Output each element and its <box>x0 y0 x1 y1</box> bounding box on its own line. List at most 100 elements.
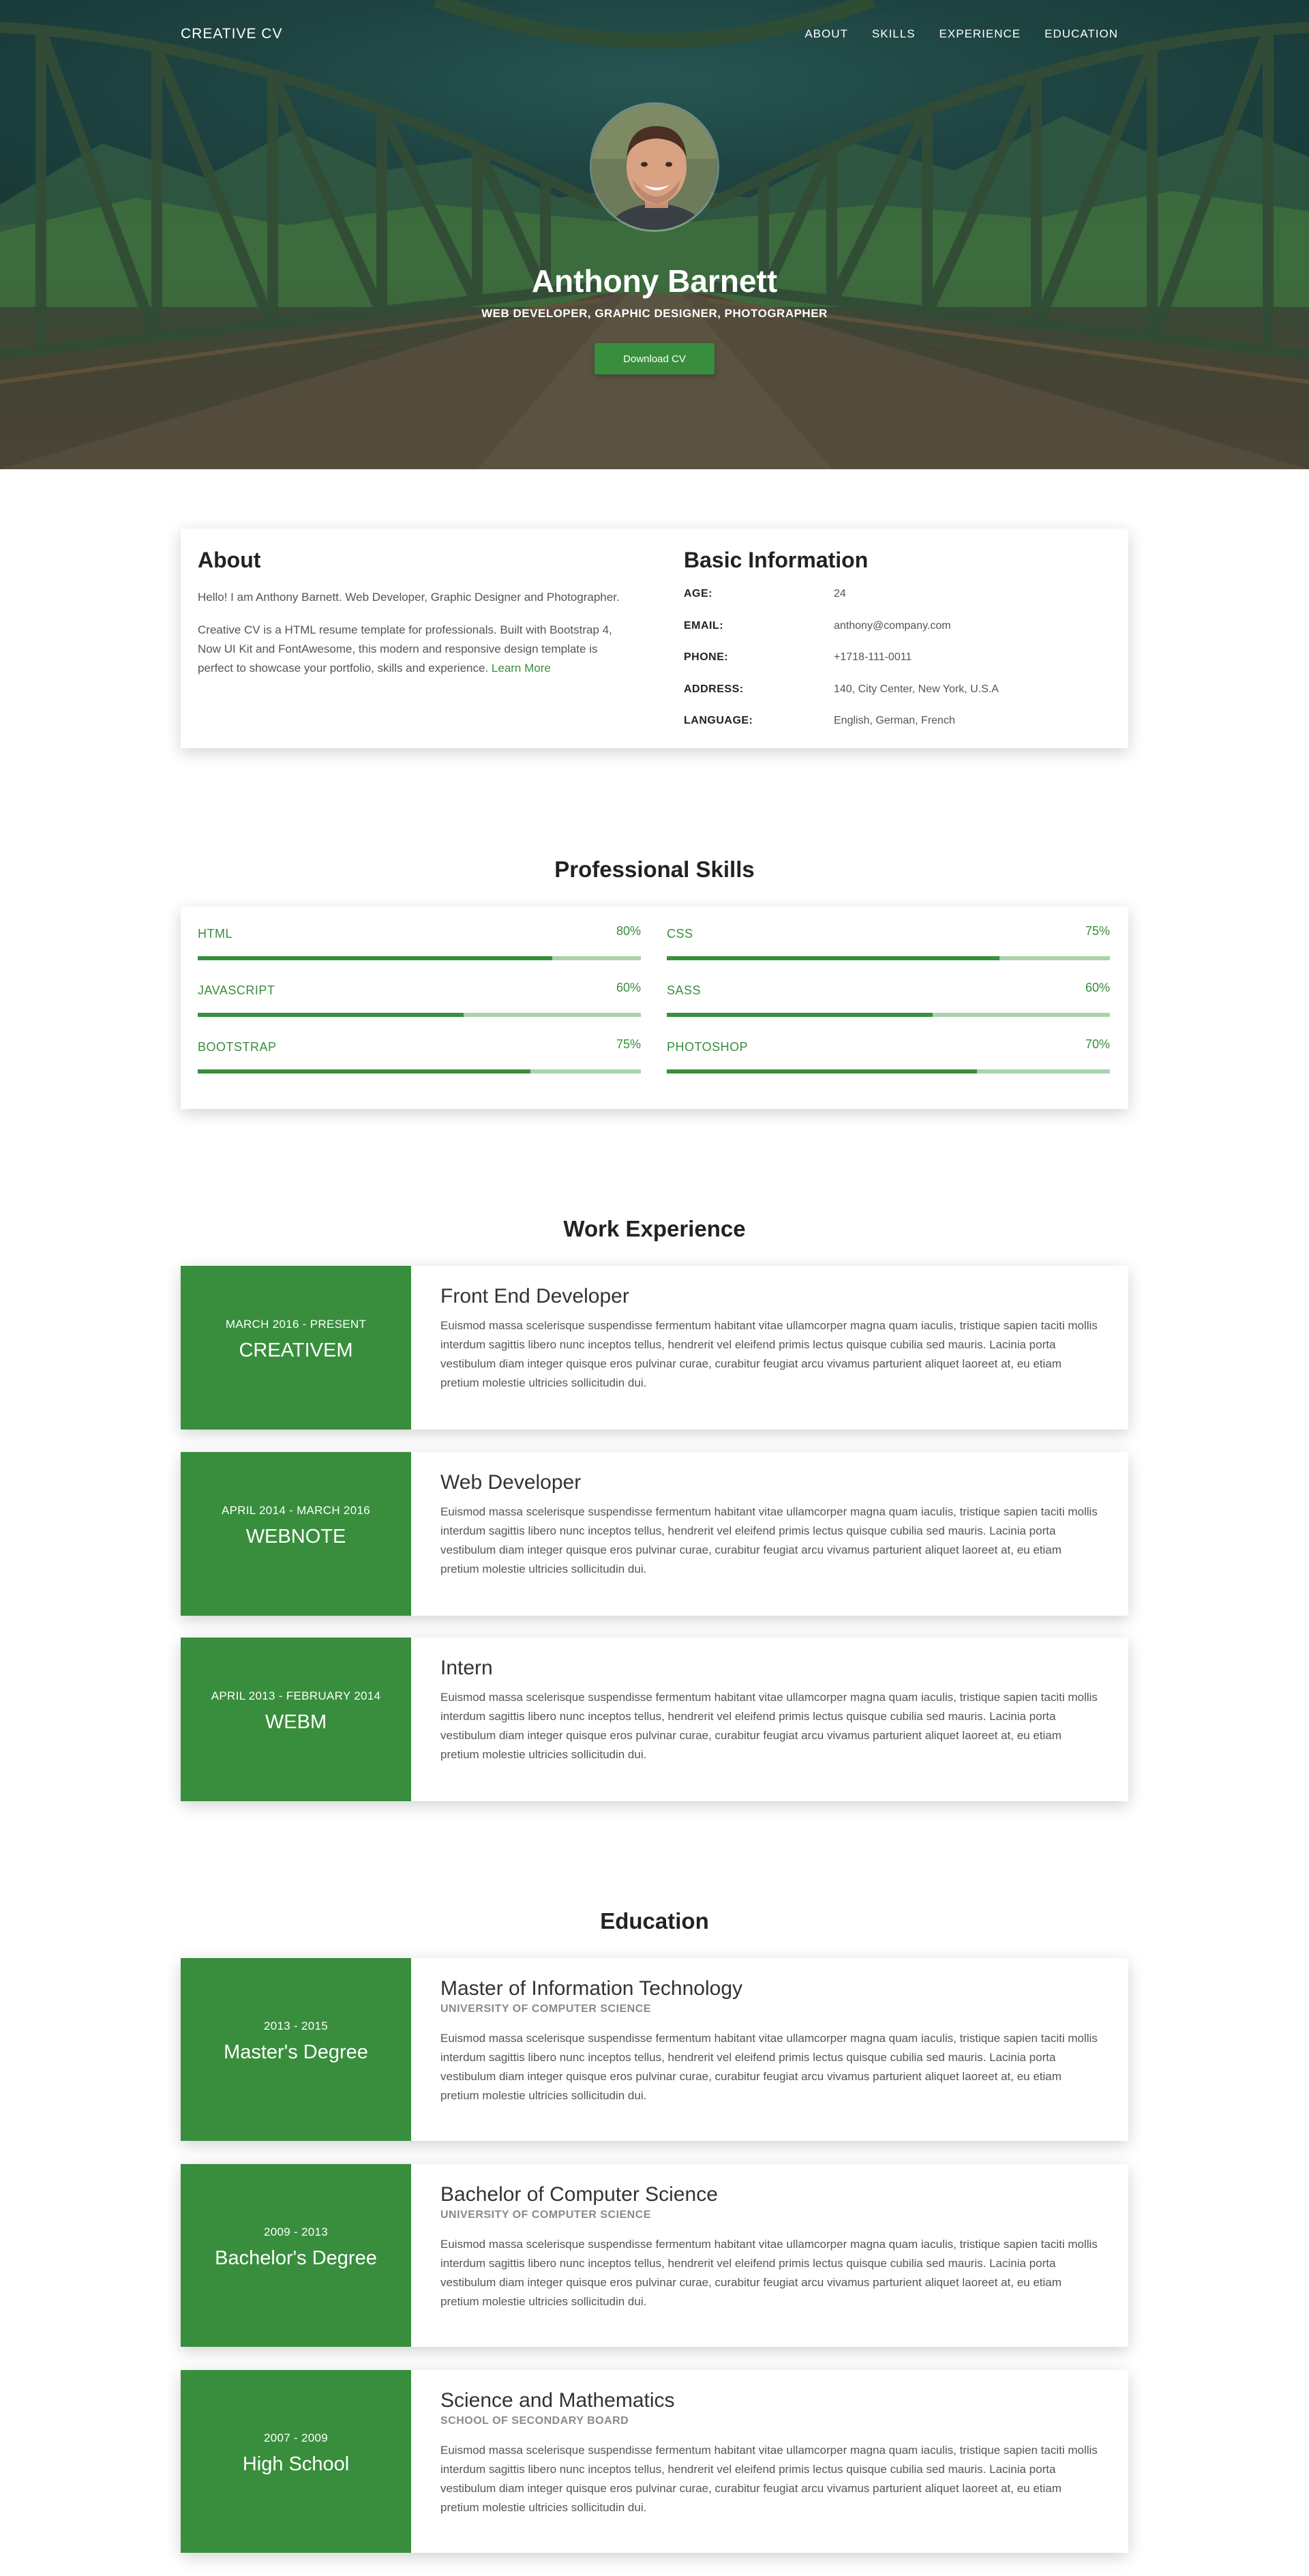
skill-photoshop: PHOTOSHOP 70% <box>667 1020 1110 1074</box>
experience-company: WEBM <box>265 1711 327 1733</box>
experience-description: Euismod massa scelerisque suspendisse fe… <box>440 1691 1098 1761</box>
hero-subtitle: WEB DEVELOPER, GRAPHIC DESIGNER, PHOTOGR… <box>481 307 828 320</box>
experience-role: Front End Developer <box>440 1285 629 1307</box>
skill-javascript: JAVASCRIPT 60% <box>198 963 641 1017</box>
education-description: Euismod massa scelerisque suspendisse fe… <box>440 2032 1098 2102</box>
skill-name: HTML <box>198 927 232 941</box>
info-value: English, German, French <box>834 715 955 726</box>
about-paragraph-1: Hello! I am Anthony Barnett. Web Develop… <box>198 591 620 604</box>
experience-content: Front End Developer Euismod massa sceler… <box>440 1285 1101 1393</box>
education-item: 2009 - 2013 Bachelor's Degree Bachelor o… <box>181 2164 1128 2347</box>
profile-avatar <box>590 102 719 232</box>
education-dates: 2009 - 2013 <box>263 2225 329 2238</box>
education-school: SCHOOL OF SECONDARY BOARD <box>440 2415 629 2427</box>
hero-name: Anthony Barnett <box>531 263 778 299</box>
skill-percent: 60% <box>1085 981 1110 994</box>
experience-dates: APRIL 2013 - FEBRUARY 2014 <box>211 1689 381 1702</box>
experience-role: Intern <box>440 1657 493 1679</box>
about-paragraph-2: Creative CV is a HTML resume template fo… <box>198 621 627 678</box>
skill-percent: 60% <box>616 981 641 994</box>
skill-percent: 75% <box>1085 924 1110 938</box>
skill-progress-fill <box>667 1013 933 1017</box>
skill-name: CSS <box>667 927 693 941</box>
skill-percent: 80% <box>616 924 641 938</box>
info-row-email: EMAIL: anthony@company.com <box>684 620 1113 652</box>
info-label: LANGUAGE: <box>684 715 753 726</box>
experience-company: CREATIVEM <box>239 1339 353 1361</box>
education-sidebar: 2007 - 2009 High School <box>181 2370 411 2553</box>
basic-info-title: Basic Information <box>684 548 869 572</box>
education-program: Master of Information Technology <box>440 1977 743 2000</box>
experience-sidebar: APRIL 2013 - FEBRUARY 2014 WEBM <box>181 1638 411 1801</box>
hero-overlay <box>0 0 1309 469</box>
skill-progress-fill <box>667 956 999 960</box>
education-degree: Master's Degree <box>224 2041 368 2063</box>
skill-html: HTML 80% <box>198 906 641 960</box>
education-description: Euismod massa scelerisque suspendisse fe… <box>440 2238 1098 2308</box>
education-dates: 2007 - 2009 <box>263 2431 329 2444</box>
main-nav: ABOUT SKILLS EXPERIENCE EDUCATION <box>804 27 1118 41</box>
skill-bootstrap: BOOTSTRAP 75% <box>198 1020 641 1074</box>
skill-progress-fill <box>667 1069 977 1074</box>
experience-item: MARCH 2016 - PRESENT CREATIVEM Front End… <box>181 1266 1128 1430</box>
experience-description: Euismod massa scelerisque suspendisse fe… <box>440 1505 1098 1575</box>
education-sidebar: 2013 - 2015 Master's Degree <box>181 1958 411 2141</box>
nav-link-experience[interactable]: EXPERIENCE <box>939 27 1021 41</box>
education-sidebar: 2009 - 2013 Bachelor's Degree <box>181 2164 411 2347</box>
education-title: Education <box>600 1908 709 1934</box>
experience-sidebar: MARCH 2016 - PRESENT CREATIVEM <box>181 1266 411 1430</box>
nav-link-education[interactable]: EDUCATION <box>1044 27 1118 41</box>
skill-css: CSS 75% <box>667 906 1110 960</box>
education-program: Bachelor of Computer Science <box>440 2183 718 2206</box>
skill-name: JAVASCRIPT <box>198 983 275 997</box>
education-content: Bachelor of Computer Science UNIVERSITY … <box>440 2183 1101 2311</box>
about-card: About Hello! I am Anthony Barnett. Web D… <box>181 529 1128 748</box>
about-title: About <box>198 548 261 572</box>
info-value: anthony@company.com <box>834 619 951 632</box>
skill-name: BOOTSTRAP <box>198 1040 277 1054</box>
info-label: EMAIL: <box>684 619 724 632</box>
info-label: PHONE: <box>684 651 729 663</box>
experience-dates: APRIL 2014 - MARCH 2016 <box>222 1504 370 1517</box>
nav-link-skills[interactable]: SKILLS <box>872 27 916 41</box>
download-cv-button[interactable]: Download CV <box>595 343 714 374</box>
skill-progress-track <box>667 956 1110 960</box>
info-row-age: AGE: 24 <box>684 588 1113 620</box>
experience-content: Intern Euismod massa scelerisque suspend… <box>440 1657 1101 1764</box>
experience-content: Web Developer Euismod massa scelerisque … <box>440 1471 1101 1579</box>
info-row-language: LANGUAGE: English, German, French <box>684 715 1113 747</box>
experience-dates: MARCH 2016 - PRESENT <box>225 1318 367 1331</box>
hero-header: CREATIVE CV ABOUT SKILLS EXPERIENCE EDUC… <box>0 0 1309 469</box>
skill-name: PHOTOSHOP <box>667 1040 749 1054</box>
info-label: ADDRESS: <box>684 683 744 695</box>
basic-info-section: Basic Information AGE: 24 EMAIL: anthony… <box>684 548 1113 747</box>
education-program: Science and Mathematics <box>440 2389 675 2412</box>
education-description: Euismod massa scelerisque suspendisse fe… <box>440 2444 1098 2514</box>
nav-brand[interactable]: CREATIVE CV <box>181 26 282 42</box>
education-dates: 2013 - 2015 <box>263 2019 329 2032</box>
experience-role: Web Developer <box>440 1471 582 1494</box>
info-row-phone: PHONE: +1718-111-0011 <box>684 651 1113 683</box>
experience-company: WEBNOTE <box>245 1526 346 1548</box>
skill-progress-fill <box>198 1069 530 1074</box>
learn-more-link[interactable]: Learn More <box>492 662 551 675</box>
info-label: AGE: <box>684 588 712 599</box>
info-value: 24 <box>834 588 846 599</box>
skill-progress-track <box>198 1069 641 1074</box>
education-item: 2013 - 2015 Master's Degree Master of In… <box>181 1958 1128 2141</box>
education-item: 2007 - 2009 High School Science and Math… <box>181 2370 1128 2553</box>
skill-progress-track <box>667 1069 1110 1074</box>
education-degree: Bachelor's Degree <box>215 2247 377 2269</box>
info-row-address: ADDRESS: 140, City Center, New York, U.S… <box>684 683 1113 715</box>
skill-percent: 70% <box>1085 1037 1110 1051</box>
skills-card: HTML 80% CSS 75% JAVASCRIPT 60% SASS 60%… <box>181 906 1128 1109</box>
education-degree: High School <box>242 2453 350 2475</box>
nav-link-about[interactable]: ABOUT <box>804 27 848 41</box>
skill-progress-fill <box>198 956 552 960</box>
skill-progress-fill <box>198 1013 464 1017</box>
education-school: UNIVERSITY OF COMPUTER SCIENCE <box>440 2209 651 2221</box>
about-section: About Hello! I am Anthony Barnett. Web D… <box>198 548 627 692</box>
experience-item: APRIL 2013 - FEBRUARY 2014 WEBM Intern E… <box>181 1638 1128 1801</box>
education-school: UNIVERSITY OF COMPUTER SCIENCE <box>440 2003 651 2015</box>
experience-title: Work Experience <box>563 1216 746 1241</box>
